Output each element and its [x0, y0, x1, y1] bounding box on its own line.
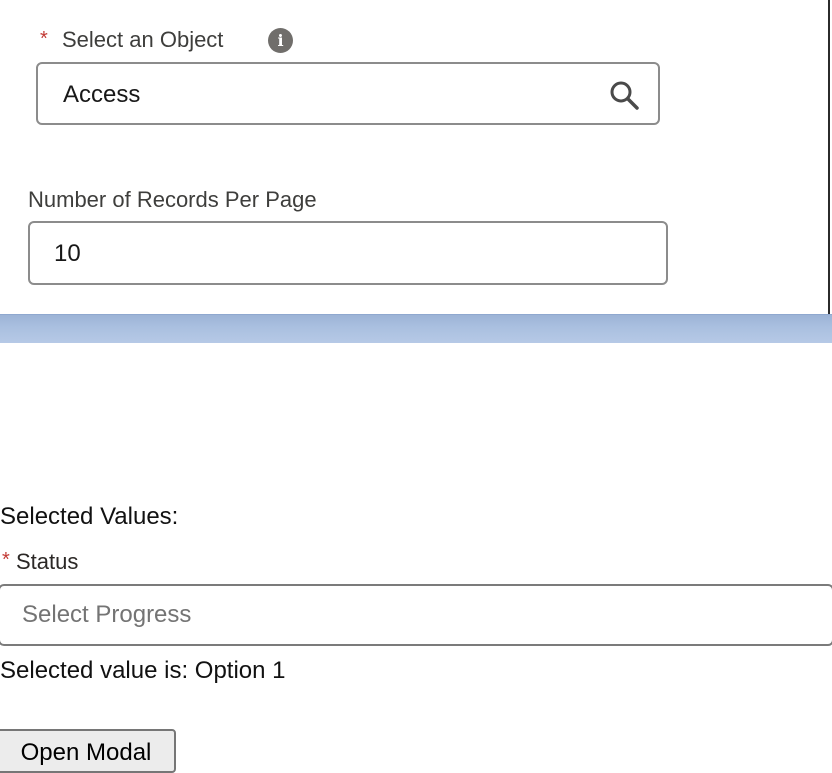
selected-value-text: Selected value is: Option 1	[0, 657, 286, 684]
records-per-page-input[interactable]: 10	[28, 221, 668, 285]
status-required-marker: *	[2, 549, 10, 571]
section-divider	[0, 314, 832, 343]
required-marker: *	[40, 28, 48, 50]
object-field-label: Select an Object	[62, 27, 224, 52]
records-per-page-label: Number of Records Per Page	[28, 187, 317, 212]
selected-values-heading: Selected Values:	[0, 503, 179, 530]
search-icon[interactable]	[608, 79, 640, 111]
settings-panel: * Select an Object i Access Number of Re…	[0, 0, 830, 314]
status-select[interactable]: Select Progress	[0, 584, 832, 646]
open-modal-button[interactable]: Open Modal	[0, 729, 176, 773]
object-lookup-input[interactable]: Access	[36, 62, 660, 125]
info-icon[interactable]: i	[268, 28, 293, 53]
status-label: Status	[16, 549, 79, 574]
object-lookup-value: Access	[63, 81, 141, 108]
status-select-placeholder: Select Progress	[22, 601, 192, 628]
records-per-page-value: 10	[54, 240, 81, 267]
